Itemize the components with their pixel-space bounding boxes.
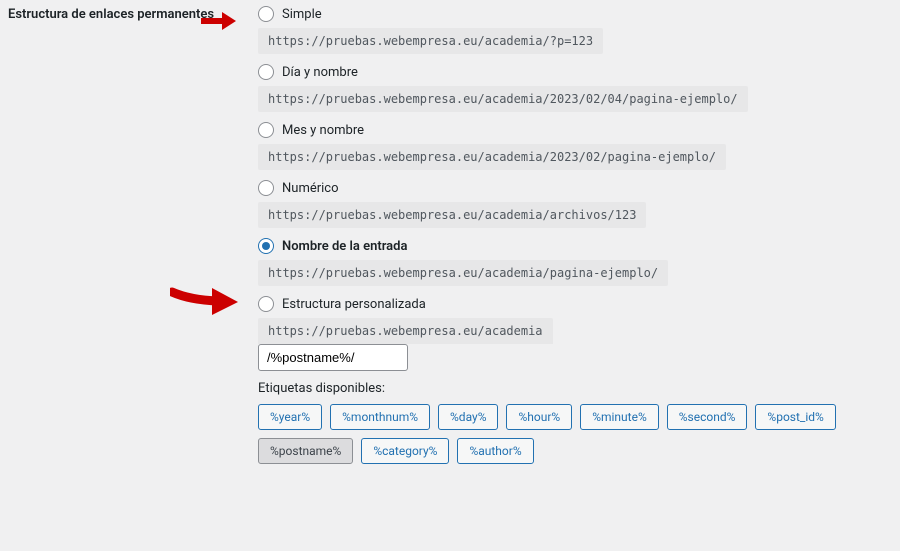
url-prefix: https://pruebas.webempresa.eu/academia bbox=[258, 318, 553, 344]
option-label: Numérico bbox=[282, 181, 339, 196]
section-title: Estructura de enlaces permanentes bbox=[4, 6, 226, 24]
radio-post-name[interactable] bbox=[258, 238, 274, 254]
radio-simple[interactable] bbox=[258, 6, 274, 22]
tag-post-id[interactable]: %post_id% bbox=[755, 404, 835, 430]
tag-year[interactable]: %year% bbox=[258, 404, 322, 430]
radio-month-name[interactable] bbox=[258, 122, 274, 138]
tag-category[interactable]: %category% bbox=[361, 438, 449, 464]
tag-minute[interactable]: %minute% bbox=[580, 404, 659, 430]
option-label: Día y nombre bbox=[282, 65, 358, 80]
permalink-option-month-name: Mes y nombre https://pruebas.webempresa.… bbox=[256, 122, 890, 170]
permalink-option-simple: Simple https://pruebas.webempresa.eu/aca… bbox=[256, 6, 890, 54]
permalink-option-custom: Estructura personalizada https://pruebas… bbox=[256, 296, 890, 464]
tags-row: %year% %monthnum% %day% %hour% %minute% … bbox=[258, 404, 890, 464]
option-label: Simple bbox=[282, 7, 322, 22]
url-example: https://pruebas.webempresa.eu/academia/a… bbox=[258, 202, 646, 228]
radio-custom[interactable] bbox=[258, 296, 274, 312]
permalink-option-post-name: Nombre de la entrada https://pruebas.web… bbox=[256, 238, 890, 286]
tags-label: Etiquetas disponibles: bbox=[258, 381, 890, 396]
tag-postname[interactable]: %postname% bbox=[258, 438, 353, 464]
url-example: https://pruebas.webempresa.eu/academia/2… bbox=[258, 86, 748, 112]
option-label: Mes y nombre bbox=[282, 123, 364, 138]
tag-author[interactable]: %author% bbox=[457, 438, 533, 464]
custom-structure-input[interactable] bbox=[258, 344, 408, 371]
option-label: Estructura personalizada bbox=[282, 297, 426, 312]
tag-hour[interactable]: %hour% bbox=[506, 404, 572, 430]
tag-monthnum[interactable]: %monthnum% bbox=[330, 404, 430, 430]
url-example: https://pruebas.webempresa.eu/academia/p… bbox=[258, 260, 668, 286]
url-example: https://pruebas.webempresa.eu/academia/?… bbox=[258, 28, 603, 54]
option-label: Nombre de la entrada bbox=[282, 239, 407, 254]
radio-numeric[interactable] bbox=[258, 180, 274, 196]
permalink-option-day-name: Día y nombre https://pruebas.webempresa.… bbox=[256, 64, 890, 112]
tag-second[interactable]: %second% bbox=[667, 404, 748, 430]
radio-day-name[interactable] bbox=[258, 64, 274, 80]
permalink-option-numeric: Numérico https://pruebas.webempresa.eu/a… bbox=[256, 180, 890, 228]
tag-day[interactable]: %day% bbox=[438, 404, 498, 430]
url-example: https://pruebas.webempresa.eu/academia/2… bbox=[258, 144, 726, 170]
